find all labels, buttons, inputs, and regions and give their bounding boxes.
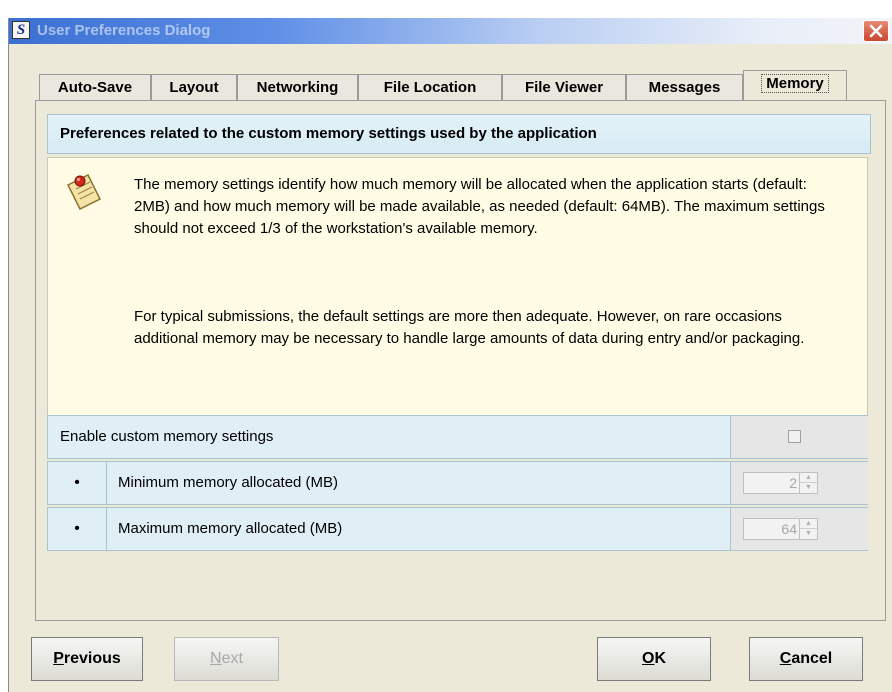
previous-mnemonic: P — [53, 650, 64, 667]
tab-auto-save[interactable]: Auto-Save — [39, 74, 151, 100]
cancel-label-rest: ancel — [791, 650, 833, 667]
info-paragraph-1: The memory settings identify how much me… — [134, 176, 825, 237]
minimum-memory-label: Minimum memory allocated (MB) — [118, 474, 339, 491]
previous-button[interactable]: Previous — [31, 637, 143, 681]
tab-layout[interactable]: Layout — [151, 74, 237, 100]
cancel-mnemonic: C — [779, 650, 792, 667]
previous-label-rest: revious — [63, 650, 121, 667]
maximum-memory-row: • Maximum memory allocated (MB) 64 ▲ ▼ — [47, 507, 868, 551]
next-label-rest: ext — [221, 650, 243, 667]
minimum-memory-value: 2 — [789, 475, 797, 491]
tab-file-location[interactable]: File Location — [358, 74, 502, 100]
ok-button[interactable]: OK — [597, 637, 711, 681]
minimum-memory-spinner[interactable]: 2 ▲ ▼ — [743, 472, 818, 494]
window-title: User Preferences Dialog — [37, 22, 211, 39]
next-mnemonic: N — [210, 650, 222, 667]
maximum-memory-value: 64 — [781, 521, 797, 537]
minimum-memory-arrows: ▲ ▼ — [799, 473, 817, 493]
maximum-memory-arrows: ▲ ▼ — [799, 519, 817, 539]
app-icon: S — [12, 21, 30, 39]
enable-custom-memory-checkbox[interactable] — [788, 430, 801, 443]
minimum-memory-cell: 2 ▲ ▼ — [730, 462, 868, 504]
close-icon — [869, 24, 883, 38]
tab-messages[interactable]: Messages — [626, 74, 743, 100]
minimum-memory-bullet: • — [48, 462, 107, 504]
preferences-window: S User Preferences Dialog Auto-Save Layo… — [8, 18, 892, 692]
panel-header: Preferences related to the custom memory… — [47, 114, 871, 154]
maximum-memory-cell: 64 ▲ ▼ — [730, 508, 868, 550]
maximum-memory-label: Maximum memory allocated (MB) — [118, 520, 343, 537]
enable-checkbox-cell — [730, 416, 868, 458]
enable-custom-memory-label: Enable custom memory settings — [60, 428, 274, 445]
spinner-up-icon[interactable]: ▲ — [800, 473, 817, 483]
ok-mnemonic: O — [641, 650, 655, 667]
maximum-memory-bullet: • — [48, 508, 107, 550]
tab-file-viewer[interactable]: File Viewer — [502, 74, 626, 100]
tab-memory-label: Memory — [761, 74, 829, 93]
title-bar[interactable]: S User Preferences Dialog — [9, 18, 892, 44]
next-button[interactable]: Next — [174, 637, 279, 681]
info-box: The memory settings identify how much me… — [47, 157, 868, 415]
ok-label-rest: K — [654, 650, 666, 667]
close-button[interactable] — [863, 20, 889, 42]
enable-custom-memory-row: Enable custom memory settings — [47, 415, 868, 459]
spinner-up-icon[interactable]: ▲ — [800, 519, 817, 529]
spinner-down-icon[interactable]: ▼ — [800, 529, 817, 538]
tab-memory[interactable]: Memory — [743, 70, 847, 101]
info-paragraph-2: For typical submissions, the default set… — [134, 308, 805, 347]
cancel-button[interactable]: Cancel — [749, 637, 863, 681]
minimum-memory-row: • Minimum memory allocated (MB) 2 ▲ ▼ — [47, 461, 868, 505]
note-pin-icon — [66, 173, 102, 211]
spinner-down-icon[interactable]: ▼ — [800, 483, 817, 492]
memory-panel: Preferences related to the custom memory… — [35, 100, 886, 621]
maximum-memory-spinner[interactable]: 64 ▲ ▼ — [743, 518, 818, 540]
tab-networking[interactable]: Networking — [237, 74, 358, 100]
